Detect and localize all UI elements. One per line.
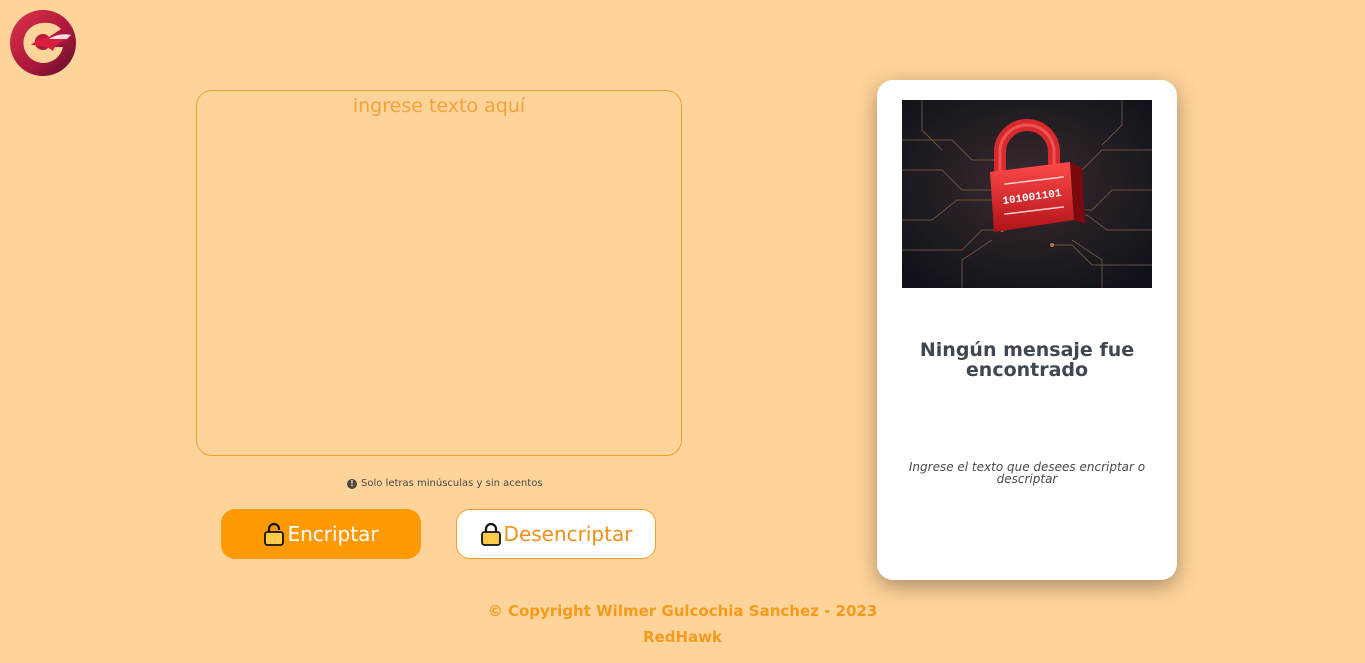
decrypt-label: Desencriptar [503, 522, 633, 546]
footer-copyright: © Copyright Wilmer Gulcochia Sanchez - 2… [487, 602, 878, 620]
encrypt-label: Encriptar [287, 522, 379, 546]
hint-text: Solo letras minúsculas y sin acentos [361, 478, 543, 489]
input-hint: ! Solo letras minúsculas y sin acentos [347, 478, 543, 489]
page: ! Solo letras minúsculas y sin acentos E… [0, 0, 1365, 663]
padlock-circuit-image: 101001101 [902, 100, 1152, 288]
info-circle-icon: ! [347, 478, 357, 489]
message-input[interactable] [196, 90, 682, 456]
output-title: Ningún mensaje fue encontrado [919, 339, 1135, 381]
encrypt-button[interactable]: Encriptar [221, 509, 421, 559]
lock-open-icon [264, 522, 285, 546]
output-subtitle: Ingrese el texto que desees encriptar o … [908, 460, 1146, 486]
lock-icon [480, 522, 501, 546]
decrypt-button[interactable]: Desencriptar [456, 509, 656, 559]
output-card: 101001101 Ningún mensaje fue encontrado … [877, 80, 1177, 580]
footer: © Copyright Wilmer Gulcochia Sanchez - 2… [0, 598, 1365, 650]
redhawk-logo-icon[interactable] [9, 9, 78, 77]
footer-brand: RedHawk [643, 628, 722, 646]
